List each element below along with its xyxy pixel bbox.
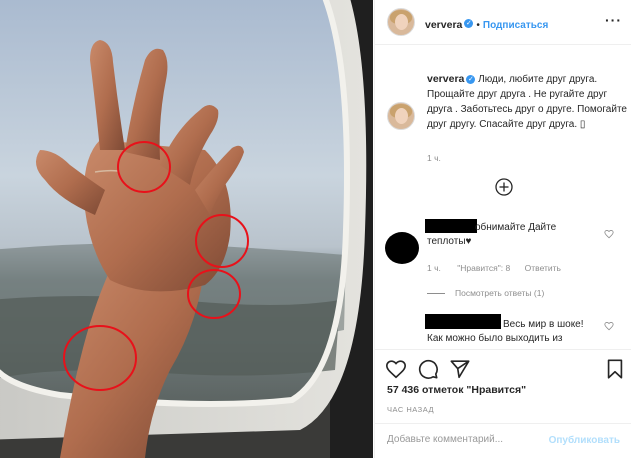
comment-2-text-line1: Весь мир в шоке! bbox=[503, 319, 584, 330]
avatar-face bbox=[395, 14, 408, 30]
comment-1-text-line1: обнимайте Дайте bbox=[475, 222, 557, 233]
comment-input[interactable] bbox=[385, 433, 549, 446]
caption-time[interactable]: 1 ч. bbox=[427, 153, 441, 163]
post-side-panel: ververa ✓ • Подписаться ··· ververa ✓ Люди, … bbox=[374, 0, 631, 458]
redacted-username bbox=[425, 219, 477, 233]
publish-button[interactable]: Опубликовать bbox=[549, 435, 620, 446]
post-time[interactable]: ЧАС НАЗАД bbox=[387, 405, 434, 414]
comment-heart-icon[interactable] bbox=[604, 229, 614, 239]
separator-dot: • bbox=[476, 20, 480, 31]
comment-1-time[interactable]: 1 ч. bbox=[427, 263, 441, 273]
comment-icon[interactable] bbox=[417, 358, 439, 380]
add-icon[interactable] bbox=[495, 178, 513, 196]
view-replies-label: Посмотреть ответы (1) bbox=[455, 288, 545, 298]
comment-1-likes[interactable]: "Нравится": 8 bbox=[457, 263, 510, 273]
caption-username[interactable]: ververa bbox=[427, 73, 464, 85]
view-replies-button[interactable]: Посмотреть ответы (1) bbox=[427, 288, 544, 298]
post-photo bbox=[0, 0, 373, 458]
comment-1-meta: 1 ч. "Нравится": 8 Ответить bbox=[427, 263, 561, 273]
verified-icon: ✓ bbox=[466, 74, 476, 84]
verified-icon: ✓ bbox=[464, 19, 474, 29]
caption: ververa ✓ Люди, любите друг друга. Прощай… bbox=[427, 72, 627, 132]
avatar-face bbox=[395, 108, 408, 124]
follow-button[interactable]: Подписаться bbox=[483, 20, 548, 31]
header-username[interactable]: ververa bbox=[425, 19, 462, 31]
post-header: ververa ✓ • Подписаться ··· bbox=[375, 0, 631, 45]
redacted-username bbox=[425, 314, 501, 329]
reply-button[interactable]: Ответить bbox=[525, 263, 561, 273]
comment-heart-icon[interactable] bbox=[604, 321, 614, 331]
comment-2-text-line2: Как можно было выходить из bbox=[427, 333, 563, 344]
comment-1-text-line2: теплоты♥ bbox=[427, 236, 472, 247]
bookmark-icon[interactable] bbox=[605, 358, 625, 380]
redacted-avatar bbox=[385, 232, 419, 264]
header-user-line: ververa ✓ • Подписаться bbox=[425, 15, 548, 33]
replies-divider bbox=[427, 293, 445, 295]
add-comment-bar: Опубликовать bbox=[375, 423, 631, 459]
share-icon[interactable] bbox=[449, 358, 471, 380]
likes-count[interactable]: 57 436 отметок "Нравится" bbox=[387, 384, 526, 396]
more-icon[interactable]: ··· bbox=[605, 12, 622, 28]
heart-icon[interactable] bbox=[385, 358, 407, 380]
avatar[interactable] bbox=[387, 8, 415, 36]
airplane-window-photo bbox=[0, 0, 373, 458]
caption-avatar[interactable] bbox=[387, 102, 415, 130]
